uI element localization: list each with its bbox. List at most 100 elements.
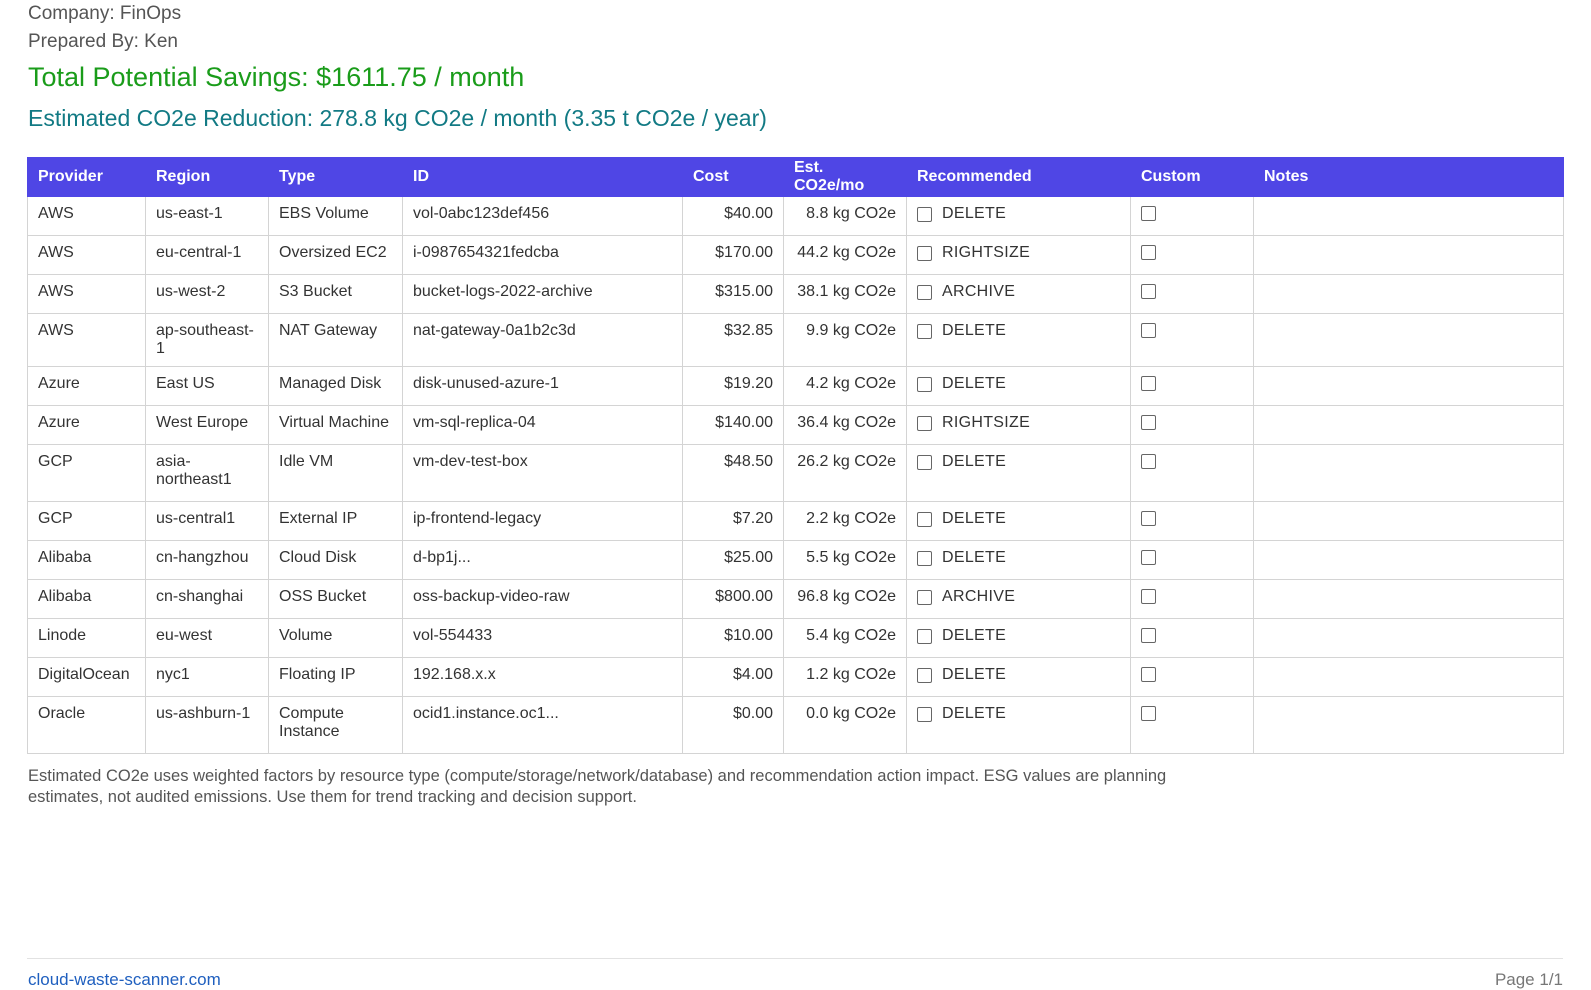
recommended-action-label: DELETE	[942, 666, 1007, 683]
custom-checkbox[interactable]	[1141, 454, 1156, 470]
cell-cost: $0.00	[682, 696, 784, 754]
cell-provider: AWS	[27, 274, 146, 314]
col-header-recommended: Recommended	[906, 157, 1131, 197]
recommended-action-label: DELETE	[942, 549, 1007, 566]
recommended-checkbox[interactable]	[917, 706, 932, 722]
table-row: AWS eu-central-1 Oversized EC2 i-0987654321…	[27, 235, 1564, 275]
custom-checkbox[interactable]	[1141, 415, 1156, 431]
recommended-checkbox[interactable]	[917, 511, 932, 527]
cell-provider: Azure	[27, 366, 146, 406]
cell-recommended: DELETE	[906, 196, 1131, 236]
recommended-checkbox[interactable]	[917, 589, 932, 605]
recommended-checkbox[interactable]	[917, 550, 932, 566]
custom-checkbox[interactable]	[1141, 706, 1156, 722]
recommended-checkbox[interactable]	[917, 628, 932, 644]
cell-region: cn-hangzhou	[145, 540, 269, 580]
resource-table: Provider Region Type ID Cost Est. CO2e/m…	[27, 157, 1564, 754]
cell-type: Virtual Machine	[268, 405, 403, 445]
total-savings-heading: Total Potential Savings: $1611.75 / mont…	[28, 62, 525, 92]
col-header-region: Region	[145, 157, 269, 197]
recommended-action-label: RIGHTSIZE	[942, 414, 1031, 431]
cell-co2: 5.5 kg CO2e	[783, 540, 907, 580]
cell-id: nat-gateway-0a1b2c3d	[402, 313, 683, 367]
cell-cost: $170.00	[682, 235, 784, 275]
table-row: DigitalOcean nyc1 Floating IP 192.168.x.x $4…	[27, 657, 1564, 697]
custom-checkbox[interactable]	[1141, 550, 1156, 566]
custom-checkbox[interactable]	[1141, 667, 1156, 683]
custom-checkbox[interactable]	[1141, 245, 1156, 261]
cell-provider: DigitalOcean	[27, 657, 146, 697]
cell-type: Volume	[268, 618, 403, 658]
cell-recommended: RIGHTSIZE	[906, 405, 1131, 445]
recommended-action-label: DELETE	[942, 705, 1007, 722]
cell-type: Idle VM	[268, 444, 403, 502]
footer-website-link[interactable]: cloud-waste-scanner.com	[28, 970, 221, 990]
cell-type: NAT Gateway	[268, 313, 403, 367]
table-row: AWS us-west-2 S3 Bucket bucket-logs-2022-ar…	[27, 274, 1564, 314]
prepared-by-label: Prepared By: Ken	[28, 31, 178, 52]
recommended-checkbox[interactable]	[917, 245, 932, 261]
custom-checkbox[interactable]	[1141, 511, 1156, 527]
recommended-checkbox[interactable]	[917, 284, 932, 300]
cell-custom	[1130, 405, 1254, 445]
cell-notes	[1253, 274, 1564, 314]
cell-id: 192.168.x.x	[402, 657, 683, 697]
recommended-action-label: ARCHIVE	[942, 283, 1016, 300]
cell-custom	[1130, 540, 1254, 580]
cell-co2: 2.2 kg CO2e	[783, 501, 907, 541]
recommended-checkbox[interactable]	[917, 415, 932, 431]
col-header-co2: Est. CO2e/mo	[783, 157, 907, 197]
cell-notes	[1253, 235, 1564, 275]
cell-co2: 44.2 kg CO2e	[783, 235, 907, 275]
recommended-action-label: DELETE	[942, 322, 1007, 339]
cell-id: vm-dev-test-box	[402, 444, 683, 502]
cell-notes	[1253, 366, 1564, 406]
cell-notes	[1253, 657, 1564, 697]
cell-recommended: DELETE	[906, 366, 1131, 406]
cell-recommended: ARCHIVE	[906, 274, 1131, 314]
table-row: GCP asia-northeast1 Idle VM vm-dev-test-box…	[27, 444, 1564, 502]
custom-checkbox[interactable]	[1141, 628, 1156, 644]
cell-region: eu-central-1	[145, 235, 269, 275]
col-header-id: ID	[402, 157, 683, 197]
cell-co2: 0.0 kg CO2e	[783, 696, 907, 754]
cell-co2: 4.2 kg CO2e	[783, 366, 907, 406]
cell-notes	[1253, 405, 1564, 445]
table-row: Azure East US Managed Disk disk-unused-azur…	[27, 366, 1564, 406]
cell-recommended: DELETE	[906, 657, 1131, 697]
cell-region: us-ashburn-1	[145, 696, 269, 754]
col-header-notes: Notes	[1253, 157, 1564, 197]
recommended-checkbox[interactable]	[917, 667, 932, 683]
cell-custom	[1130, 618, 1254, 658]
cell-id: ocid1.instance.oc1...	[402, 696, 683, 754]
custom-checkbox[interactable]	[1141, 206, 1156, 222]
cell-type: S3 Bucket	[268, 274, 403, 314]
cell-cost: $140.00	[682, 405, 784, 445]
custom-checkbox[interactable]	[1141, 589, 1156, 605]
cell-type: Compute Instance	[268, 696, 403, 754]
recommended-checkbox[interactable]	[917, 454, 932, 470]
table-row: AWS us-east-1 EBS Volume vol-0abc123def456 $…	[27, 196, 1564, 236]
cell-custom	[1130, 196, 1254, 236]
company-label: Company: FinOps	[28, 3, 182, 24]
cell-region: cn-shanghai	[145, 579, 269, 619]
recommended-checkbox[interactable]	[917, 376, 932, 392]
custom-checkbox[interactable]	[1141, 323, 1156, 339]
recommended-checkbox[interactable]	[917, 323, 932, 339]
co2-disclaimer: Estimated CO2e uses weighted factors by …	[28, 767, 1167, 806]
table-row: Alibaba cn-hangzhou Cloud Disk d-bp1j... $25…	[27, 540, 1564, 580]
cell-provider: Alibaba	[27, 579, 146, 619]
custom-checkbox[interactable]	[1141, 376, 1156, 392]
cell-recommended: DELETE	[906, 540, 1131, 580]
cell-region: us-central1	[145, 501, 269, 541]
cell-custom	[1130, 696, 1254, 754]
cell-type: External IP	[268, 501, 403, 541]
cell-provider: Azure	[27, 405, 146, 445]
recommended-checkbox[interactable]	[917, 206, 932, 222]
cell-cost: $315.00	[682, 274, 784, 314]
custom-checkbox[interactable]	[1141, 284, 1156, 300]
recommended-action-label: DELETE	[942, 627, 1007, 644]
cell-co2: 1.2 kg CO2e	[783, 657, 907, 697]
cell-cost: $10.00	[682, 618, 784, 658]
cell-cost: $25.00	[682, 540, 784, 580]
